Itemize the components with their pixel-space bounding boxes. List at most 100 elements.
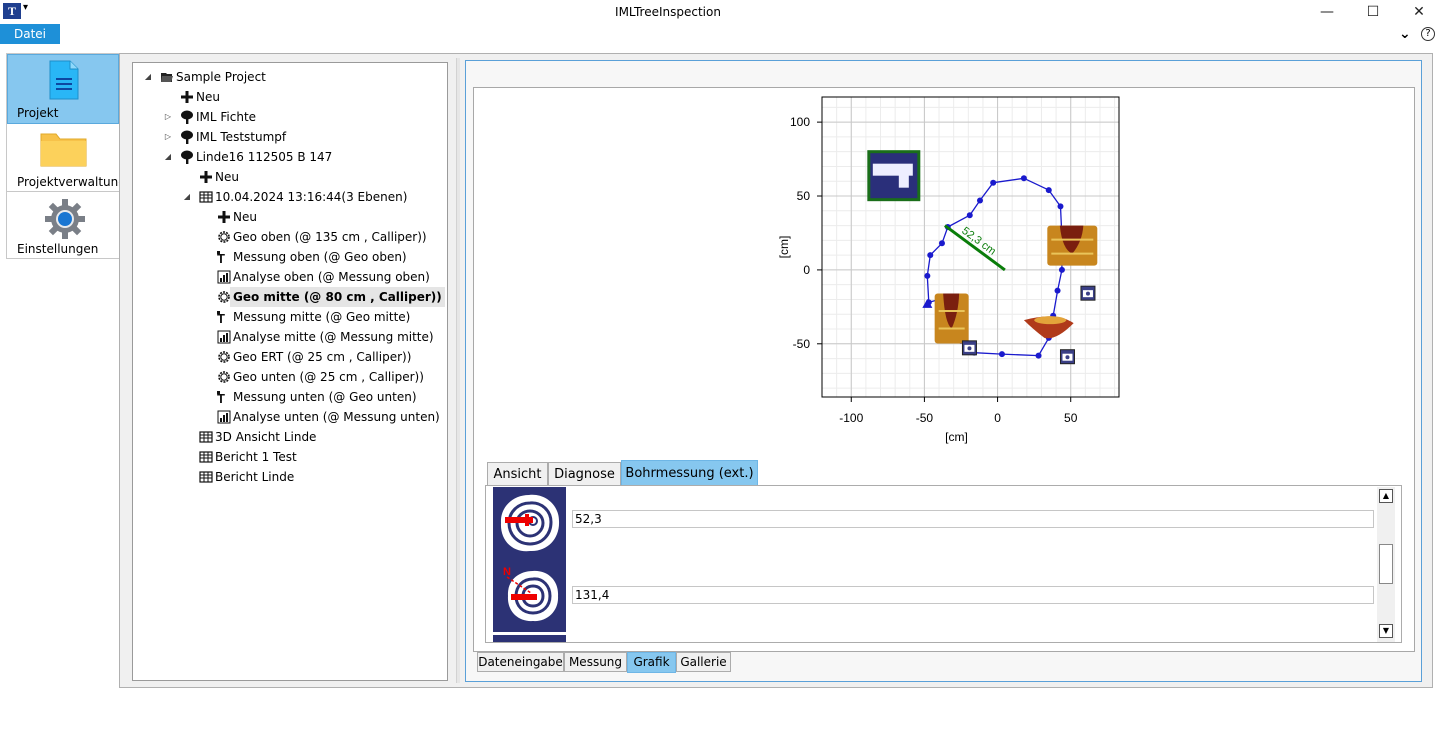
folder-icon	[40, 133, 87, 167]
menu-datei[interactable]: Datei	[0, 24, 60, 44]
tree-node-label: IML Fichte	[196, 110, 257, 124]
measure-icon: T	[217, 390, 231, 406]
tree-node[interactable]: T Messung mitte (@ Geo mitte)	[133, 307, 445, 327]
nav-projekt-button[interactable]: Projekt	[7, 54, 119, 124]
grid-icon	[199, 190, 213, 204]
splitter-handle[interactable]	[456, 58, 460, 683]
measurement-value-field-1[interactable]: 52,3	[572, 510, 1374, 528]
outline-point	[966, 212, 973, 219]
gear-outline-icon	[217, 230, 231, 244]
tab-ansicht[interactable]: Ansicht	[487, 462, 548, 486]
chart-background	[762, 93, 1126, 453]
tree-node-label: Geo ERT (@ 25 cm , Calliper))	[233, 350, 412, 364]
tree-node[interactable]: Analyse oben (@ Messung oben)	[133, 267, 445, 287]
grid-icon	[199, 470, 213, 484]
scroll-down-button[interactable]: ▼	[1379, 624, 1393, 638]
tree-node[interactable]: ▷ IML Teststumpf	[133, 127, 445, 147]
tab-diagnose[interactable]: Diagnose	[548, 462, 621, 486]
nav-einstellungen-label: Einstellungen	[17, 242, 99, 256]
outline-point	[990, 179, 997, 186]
plus-icon	[217, 210, 231, 224]
tree-node[interactable]: Geo unten (@ 25 cm , Calliper))	[133, 367, 445, 387]
tab-grafik[interactable]: Grafik	[627, 652, 676, 673]
outline-point	[1054, 287, 1061, 294]
bar-chart-icon	[217, 270, 231, 284]
svg-text:N: N	[503, 566, 511, 578]
measurement-value-field-2[interactable]: 131,4	[572, 586, 1374, 604]
x-axis-label: [cm]	[945, 430, 968, 444]
nav-projektverwaltung-button[interactable]: Projektverwaltung	[7, 124, 126, 192]
tree-node[interactable]: ◢ Sample Project	[133, 67, 445, 87]
tree-node-label: 3D Ansicht Linde	[215, 430, 317, 444]
tab-messung[interactable]: Messung	[564, 652, 627, 672]
bar-chart-icon	[217, 330, 231, 344]
expand-arrow-icon[interactable]: ▷	[163, 107, 173, 127]
tree-node[interactable]: ▷ IML Fichte	[133, 107, 445, 127]
nav-einstellungen-button[interactable]: Einstellungen	[7, 192, 119, 258]
outline-point	[977, 197, 984, 204]
tree-node[interactable]: T Messung oben (@ Geo oben)	[133, 247, 445, 267]
tree-node-label: 10.04.2024 13:16:44(3 Ebenen)	[215, 190, 408, 204]
tree-node[interactable]: Analyse unten (@ Messung unten)	[133, 407, 445, 427]
x-tick-label: -50	[916, 411, 934, 425]
tree-icon	[180, 130, 194, 144]
tab-gallerie[interactable]: Gallerie	[676, 652, 731, 672]
tree-node[interactable]: Analyse mitte (@ Messung mitte)	[133, 327, 445, 347]
tree-node-label: Neu	[196, 90, 220, 104]
tree-icon	[180, 110, 194, 124]
grid-icon	[199, 430, 213, 444]
tree-node[interactable]: 3D Ansicht Linde	[133, 427, 445, 447]
collapse-arrow-icon[interactable]: ◢	[182, 187, 192, 207]
vertical-scrollbar[interactable]: ▲ ▼	[1377, 487, 1395, 642]
tree-node[interactable]: Geo mitte (@ 80 cm , Calliper))	[133, 287, 445, 307]
chevron-down-icon[interactable]: ⌄	[1399, 26, 1411, 42]
minimize-button[interactable]: —	[1304, 0, 1350, 25]
grid-icon	[199, 450, 213, 464]
scroll-up-button[interactable]: ▲	[1379, 489, 1393, 503]
outline-point	[1057, 203, 1064, 210]
tree-node[interactable]: T Messung unten (@ Geo unten)	[133, 387, 445, 407]
window-title: IMLTreeInspection	[615, 5, 721, 19]
drill-measure-icon	[493, 487, 566, 560]
tree-node[interactable]: ◢ 10.04.2024 13:16:44(3 Ebenen)	[133, 187, 445, 207]
camera-icon-lens	[1085, 291, 1090, 296]
tree-node[interactable]: Geo ERT (@ 25 cm , Calliper))	[133, 347, 445, 367]
cross-section-chart[interactable]: -100 -50 0 50100500-50[cm][cm] 52,3 cm	[762, 93, 1126, 453]
x-tick-label: -100	[839, 411, 863, 425]
close-button[interactable]: ✕	[1396, 0, 1440, 25]
project-tree[interactable]: ◢ Sample Project Neu ▷ IML Fichte ▷ IML Testst…	[132, 62, 448, 681]
expand-arrow-icon[interactable]: ▷	[163, 127, 173, 147]
tree-icon	[180, 150, 194, 164]
maximize-button[interactable]: ☐	[1350, 0, 1396, 25]
tree-node-label: Geo oben (@ 135 cm , Calliper))	[233, 230, 427, 244]
tree-node-label: Bericht Linde	[215, 470, 295, 484]
y-tick-label: 50	[797, 189, 811, 203]
y-tick-label: -50	[793, 337, 811, 351]
outline-point	[1058, 266, 1065, 273]
measure-icon: T	[217, 310, 231, 326]
photo-thumbnail	[867, 150, 921, 202]
tree-node-label: Analyse unten (@ Messung unten)	[233, 410, 440, 424]
tree-node[interactable]: ◢ Linde16 112505 B 147	[133, 147, 445, 167]
tree-node-label: Analyse oben (@ Messung oben)	[233, 270, 430, 284]
outline-point	[924, 272, 931, 279]
tree-node[interactable]: Neu	[133, 87, 445, 107]
tree-node-label: Messung unten (@ Geo unten)	[233, 390, 417, 404]
outline-point	[1045, 187, 1052, 194]
tab-dateneingabe[interactable]: Dateneingabe	[477, 652, 564, 672]
scroll-thumb[interactable]	[1379, 544, 1393, 584]
settings-gear-icon	[45, 199, 85, 239]
tree-node[interactable]: Neu	[133, 167, 445, 187]
collapse-arrow-icon[interactable]: ◢	[143, 67, 153, 87]
bar-chart-icon	[217, 410, 231, 424]
tree-node[interactable]: Bericht Linde	[133, 467, 445, 487]
gear-outline-icon	[217, 350, 231, 364]
tree-node[interactable]: Bericht 1 Test	[133, 447, 445, 467]
tab-bohrmessung[interactable]: Bohrmessung (ext.)	[621, 460, 758, 486]
collapse-arrow-icon[interactable]: ◢	[163, 147, 173, 167]
tree-node-label: Messung mitte (@ Geo mitte)	[233, 310, 411, 324]
help-icon[interactable]: ?	[1421, 27, 1435, 41]
camera-icon-lens	[1065, 355, 1070, 360]
tree-node[interactable]: Neu	[133, 207, 445, 227]
tree-node[interactable]: Geo oben (@ 135 cm , Calliper))	[133, 227, 445, 247]
